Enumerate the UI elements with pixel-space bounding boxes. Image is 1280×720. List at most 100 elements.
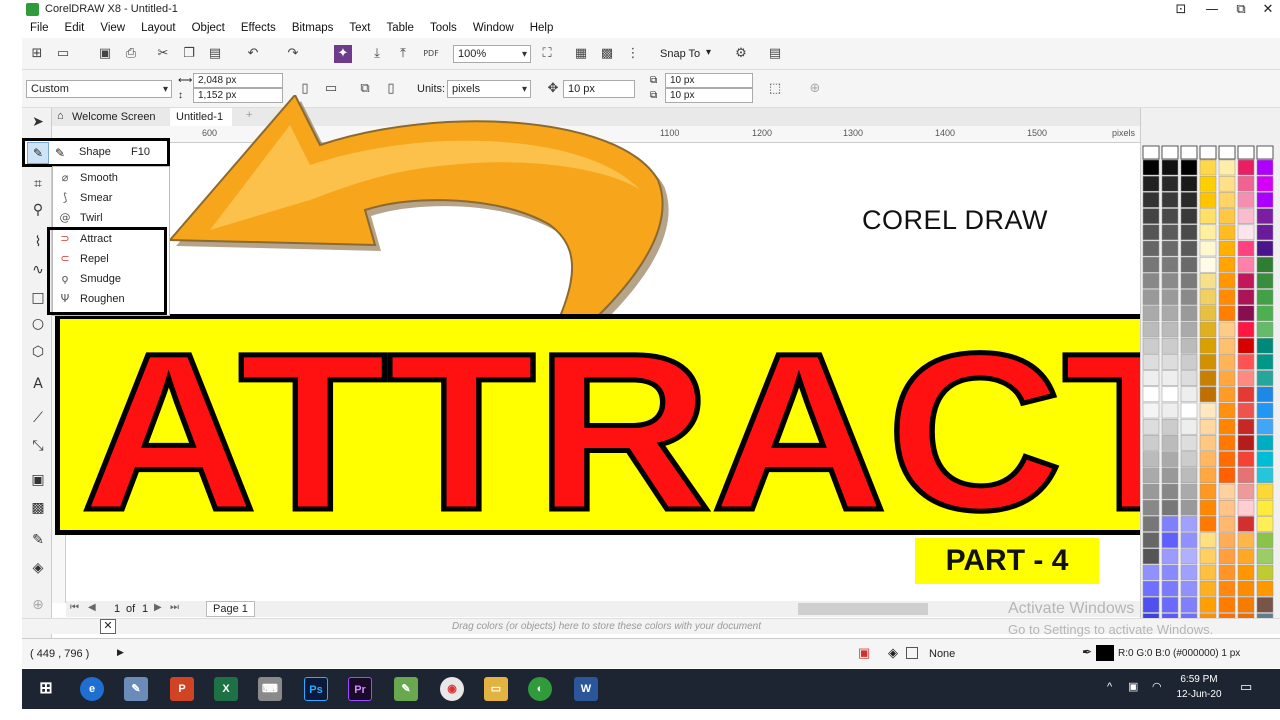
palette-swatch[interactable] <box>1218 483 1236 500</box>
connector-tool-icon[interactable]: ⤡ <box>27 436 49 456</box>
palette-swatch[interactable] <box>1256 159 1274 176</box>
menu-window[interactable]: Window <box>465 20 522 38</box>
scrollbar-thumb[interactable] <box>798 603 928 615</box>
palette-swatch[interactable] <box>1161 499 1179 516</box>
palette-swatch[interactable] <box>1180 499 1198 516</box>
grid-icon[interactable]: ▩ <box>598 45 616 63</box>
full-screen-icon[interactable]: ⛶ <box>538 45 556 63</box>
palette-swatch[interactable] <box>1199 499 1217 516</box>
page-border-icon[interactable]: ⬚ <box>766 80 784 98</box>
photoshop-icon[interactable]: Ps <box>304 677 328 701</box>
palette-swatch[interactable] <box>1199 370 1217 386</box>
palette-swatch[interactable] <box>1161 273 1179 289</box>
palette-swatch[interactable] <box>1161 451 1179 467</box>
network-icon[interactable]: ▣ <box>1128 680 1138 693</box>
palette-swatch[interactable] <box>1142 483 1160 500</box>
palette-swatch[interactable] <box>1142 224 1160 241</box>
palette-swatch[interactable] <box>1218 192 1236 208</box>
palette-swatch[interactable] <box>1256 532 1274 548</box>
palette-swatch[interactable] <box>1218 402 1236 419</box>
save-icon[interactable]: ▣ <box>96 45 114 63</box>
palette-swatch[interactable] <box>1218 240 1236 257</box>
palette-swatch[interactable] <box>1218 564 1236 581</box>
palette-swatch[interactable] <box>1237 370 1255 386</box>
palette-swatch[interactable] <box>1199 580 1217 597</box>
palette-swatch[interactable] <box>1256 451 1274 467</box>
palette-swatch[interactable] <box>1161 564 1179 581</box>
import-icon[interactable]: ⤓ <box>368 45 386 63</box>
palette-no-color-swatch[interactable] <box>1180 145 1198 160</box>
palette-swatch[interactable] <box>1218 337 1236 354</box>
palette-swatch[interactable] <box>1180 564 1198 581</box>
internet-explorer-icon[interactable]: e <box>80 677 104 701</box>
last-page-icon[interactable]: ⏭ <box>170 602 179 613</box>
palette-swatch[interactable] <box>1199 273 1217 289</box>
undo-icon[interactable]: ↶ <box>244 45 262 63</box>
palette-swatch[interactable] <box>1180 224 1198 241</box>
palette-swatch[interactable] <box>1199 256 1217 273</box>
palette-swatch[interactable] <box>1218 386 1236 403</box>
palette-swatch[interactable] <box>1142 435 1160 451</box>
palette-swatch[interactable] <box>1180 483 1198 500</box>
duplicate-x-field[interactable]: 10 px <box>665 73 753 88</box>
palette-swatch[interactable] <box>1237 159 1255 176</box>
palette-swatch[interactable] <box>1142 564 1160 581</box>
palette-swatch[interactable] <box>1180 402 1198 419</box>
parallel-dimension-icon[interactable]: ⟋ <box>27 408 49 428</box>
palette-swatch[interactable] <box>1142 208 1160 224</box>
palette-swatch[interactable] <box>1218 597 1236 613</box>
palette-swatch[interactable] <box>1142 597 1160 613</box>
palette-swatch[interactable] <box>1199 337 1217 354</box>
palette-swatch[interactable] <box>1161 192 1179 208</box>
palette-swatch[interactable] <box>1142 386 1160 403</box>
palette-swatch[interactable] <box>1256 273 1274 289</box>
palette-swatch[interactable] <box>1199 451 1217 467</box>
palette-swatch[interactable] <box>1199 321 1217 338</box>
pdf-icon[interactable]: PDF <box>422 45 440 63</box>
shape-tool-label[interactable]: Shape <box>79 146 111 158</box>
tray-chevron-icon[interactable]: ^ <box>1107 681 1112 693</box>
palette-swatch[interactable] <box>1218 354 1236 370</box>
palette-swatch[interactable] <box>1142 192 1160 208</box>
palette-swatch[interactable] <box>1237 305 1255 322</box>
color-proof-icon[interactable]: ▣ <box>858 645 870 661</box>
rulers-icon[interactable]: ▦ <box>572 45 590 63</box>
palette-swatch[interactable] <box>1180 305 1198 322</box>
powerpoint-icon[interactable]: P <box>170 677 194 701</box>
next-page-icon[interactable]: ▶ <box>154 602 162 613</box>
palette-swatch[interactable] <box>1256 192 1274 208</box>
palette-swatch[interactable] <box>1142 159 1160 176</box>
transparency-icon[interactable]: ▩ <box>27 498 49 518</box>
cut-icon[interactable]: ✂ <box>154 45 172 63</box>
menu-tools[interactable]: Tools <box>422 20 465 38</box>
palette-swatch[interactable] <box>1142 467 1160 484</box>
menu-help[interactable]: Help <box>522 20 562 38</box>
palette-swatch[interactable] <box>1256 435 1274 451</box>
snap-to-dropdown[interactable]: Snap To <box>660 48 700 60</box>
palette-swatch[interactable] <box>1237 240 1255 257</box>
palette-swatch[interactable] <box>1218 305 1236 322</box>
search-content-icon[interactable]: ✦ <box>334 45 352 63</box>
palette-swatch[interactable] <box>1218 451 1236 467</box>
palette-swatch[interactable] <box>1199 192 1217 208</box>
palette-swatch[interactable] <box>1256 256 1274 273</box>
palette-swatch[interactable] <box>1161 240 1179 257</box>
system-clock[interactable]: 6:59 PM 12-Jun-20 <box>1170 672 1228 702</box>
palette-swatch[interactable] <box>1161 208 1179 224</box>
palette-swatch[interactable] <box>1218 580 1236 597</box>
minimize-button[interactable]: — <box>1201 1 1223 18</box>
chrome-icon[interactable]: ◉ <box>440 677 464 701</box>
palette-swatch[interactable] <box>1256 305 1274 322</box>
palette-swatch[interactable] <box>1161 175 1179 192</box>
palette-swatch[interactable] <box>1237 435 1255 451</box>
palette-swatch[interactable] <box>1180 548 1198 565</box>
palette-swatch[interactable] <box>1237 354 1255 370</box>
palette-swatch[interactable] <box>1218 273 1236 289</box>
palette-swatch[interactable] <box>1142 175 1160 192</box>
excel-icon[interactable]: X <box>214 677 238 701</box>
palette-swatch[interactable] <box>1218 418 1236 435</box>
palette-swatch[interactable] <box>1256 175 1274 192</box>
palette-swatch[interactable] <box>1237 499 1255 516</box>
guidelines-icon[interactable]: ⋮ <box>624 45 642 63</box>
palette-swatch[interactable] <box>1218 370 1236 386</box>
